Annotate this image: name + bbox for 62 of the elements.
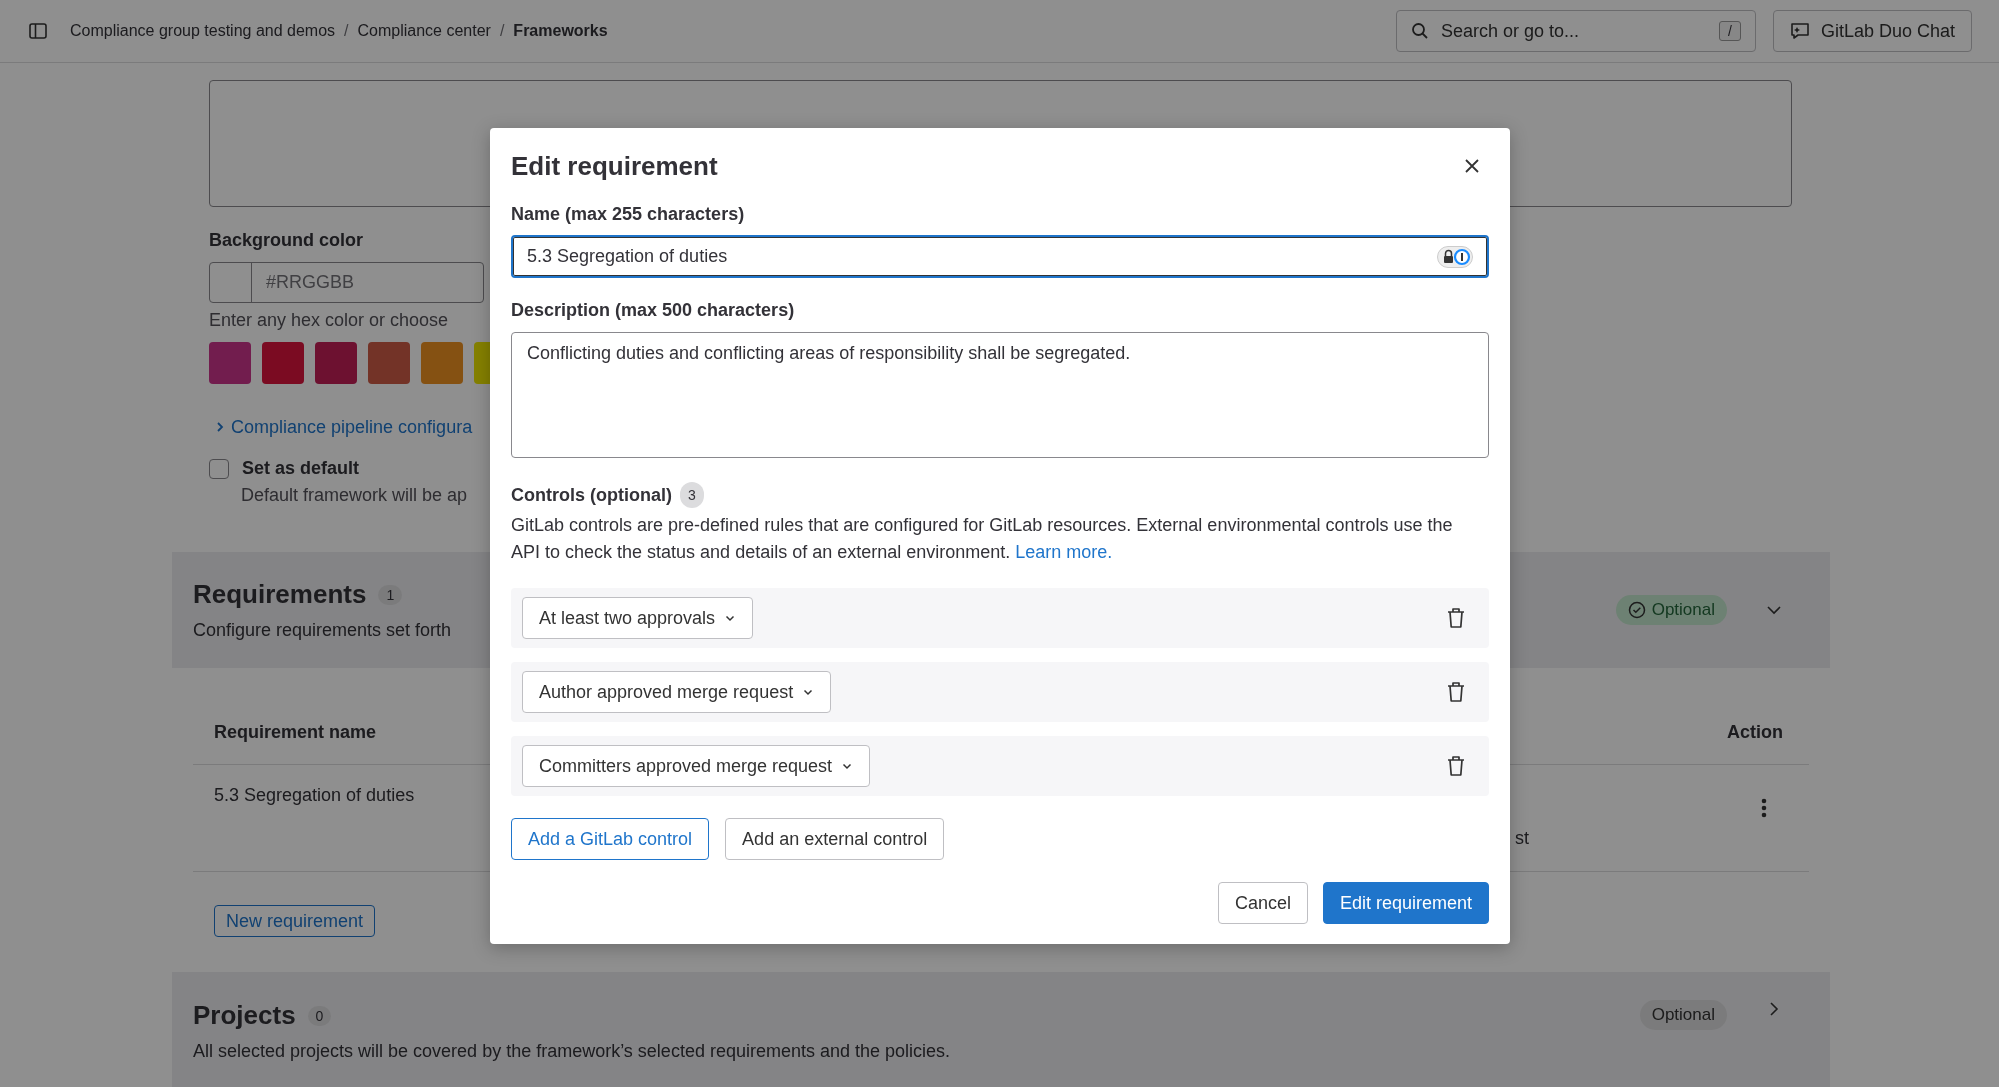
chevron-right-icon (215, 421, 225, 433)
learn-more-link[interactable]: Learn more. (1015, 542, 1113, 562)
control-dropdown[interactable]: At least two approvals (522, 597, 754, 639)
control-dropdown[interactable]: Committers approved merge request (522, 745, 871, 787)
breadcrumb-link[interactable]: Frameworks (513, 22, 608, 40)
chat-icon (1789, 22, 1810, 40)
dialog-title: Edit requirement (511, 150, 718, 182)
help-text: GitLab controls are pre-defined rules that are configured for GitLab resources. External environmental controls use the API to check the status and details of an external environment. Learn more. (511, 514, 1454, 564)
checkbox-label: Set as default (242, 458, 360, 479)
field-label: Name (max 255 characters) (511, 203, 746, 225)
breadcrumb-link[interactable]: Compliance center (357, 22, 491, 40)
search-placeholder: Search or go to... (1440, 20, 1579, 42)
color-swatch[interactable] (209, 342, 251, 384)
section-title: Projects (193, 1000, 296, 1031)
confirm-button[interactable]: Edit requirement (1322, 882, 1489, 924)
close-icon[interactable] (1464, 158, 1480, 174)
search-icon (1410, 22, 1429, 40)
search-field[interactable]: Search or go to... / (1395, 10, 1756, 52)
more-actions-icon[interactable] (1761, 798, 1767, 818)
count-badge: 3 (680, 482, 704, 508)
color-swatch[interactable] (262, 342, 304, 384)
color-swatch[interactable] (368, 342, 410, 384)
field-label: Background color (209, 229, 365, 251)
status-badge: Optional (1615, 595, 1727, 625)
add-control-button[interactable]: Add a GitLab control (511, 818, 710, 860)
field-label: Controls (optional) (511, 484, 672, 506)
trash-icon[interactable] (1447, 607, 1465, 629)
column-header: Action (1727, 721, 1783, 743)
column-header: Requirement name (214, 721, 377, 743)
trash-icon[interactable] (1447, 681, 1465, 703)
field-value: 5.3 Segregation of duties (527, 246, 728, 267)
password-manager-icon[interactable] (1437, 245, 1473, 268)
breadcrumb-separator: / (344, 22, 349, 40)
field-value: Conflicting duties and conflicting areas of responsibility shall be segregated. (527, 343, 1131, 363)
help-text: Enter any hex color or choose (209, 309, 449, 331)
breadcrumb-link[interactable]: Compliance group testing and demos (70, 22, 336, 40)
description-field[interactable]: Conflicting duties and conflicting areas of responsibility shall be segregated. (511, 332, 1489, 458)
duo-chat-button[interactable]: GitLab Duo Chat (1772, 10, 1972, 52)
field-label: Description (max 500 characters) (511, 299, 796, 321)
add-control-button[interactable]: Add an external control (725, 818, 945, 860)
table-cell: 5.3 Segregation of duties (214, 785, 415, 805)
table-cell: st (1515, 828, 1529, 849)
breadcrumb-separator: / (499, 22, 505, 40)
color-field[interactable]: #RRGGBB (209, 262, 484, 303)
section-description: Configure requirements set forth (193, 620, 453, 641)
color-placeholder: #RRGGBB (266, 272, 355, 293)
cancel-button[interactable]: Cancel (1217, 882, 1308, 924)
help-text: Default framework will be ap (241, 484, 468, 506)
shortcut-key: / (1719, 21, 1741, 41)
trash-icon[interactable] (1447, 755, 1465, 777)
section-title: Requirements (193, 579, 367, 610)
name-field[interactable]: 5.3 Segregation of duties (511, 235, 1489, 278)
control-dropdown[interactable]: Author approved merge request (522, 671, 832, 713)
status-badge: Optional (1639, 1000, 1727, 1030)
color-swatch[interactable] (315, 342, 357, 384)
section-description: All selected projects will be covered by the framework’s selected requirements and the policies. (193, 1041, 952, 1062)
sidebar-toggle-icon[interactable] (29, 22, 47, 40)
count-badge: 0 (307, 1005, 332, 1026)
new-requirement-button[interactable]: New requirement (214, 905, 376, 937)
count-badge: 1 (378, 584, 403, 605)
color-swatch[interactable] (421, 342, 463, 384)
checkbox[interactable] (209, 458, 229, 479)
